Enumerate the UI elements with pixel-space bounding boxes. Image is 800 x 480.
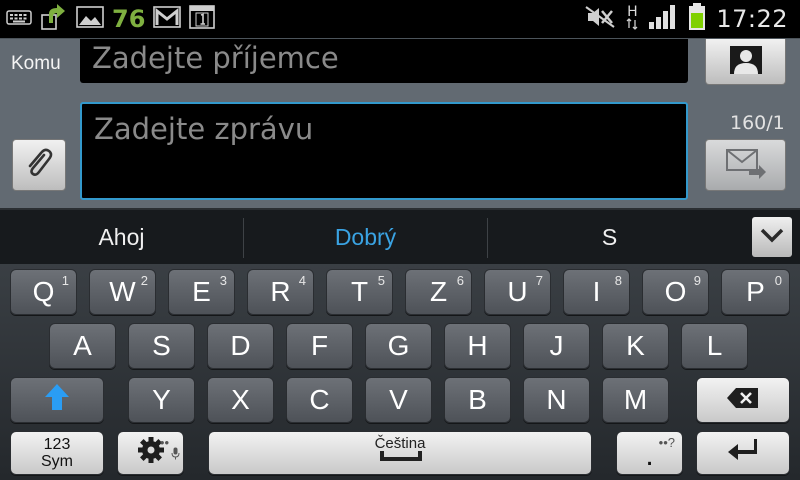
suggestion-bar: Ahoj Dobrý S bbox=[0, 208, 800, 264]
suggestion-item[interactable]: S bbox=[488, 210, 731, 264]
key-t[interactable]: T5 bbox=[326, 269, 393, 315]
settings-key[interactable]: •• bbox=[117, 431, 184, 475]
send-message-icon bbox=[725, 147, 767, 183]
enter-key[interactable] bbox=[696, 431, 790, 475]
key-m[interactable]: M bbox=[602, 377, 669, 423]
character-counter: 160/1 bbox=[730, 112, 785, 134]
key-g[interactable]: G bbox=[365, 323, 432, 369]
backspace-icon bbox=[726, 384, 760, 416]
enter-icon bbox=[726, 437, 760, 470]
key-s[interactable]: S bbox=[128, 323, 195, 369]
key-b[interactable]: B bbox=[444, 377, 511, 423]
status-bar-notifications: 76 bbox=[6, 3, 216, 35]
compose-panel: Komu Zadejte příjemce 160/1 Zadejte zprá… bbox=[0, 38, 800, 208]
contact-icon bbox=[728, 44, 764, 80]
data-transfer-icon bbox=[626, 18, 638, 30]
key-l[interactable]: L bbox=[681, 323, 748, 369]
shift-arrow-icon bbox=[43, 382, 71, 419]
space-key[interactable]: Čeština bbox=[208, 431, 592, 475]
status-bar-system: H 17:22 bbox=[584, 3, 788, 35]
key-y[interactable]: Y bbox=[128, 377, 195, 423]
chevron-down-icon bbox=[759, 226, 785, 248]
suggestion-item[interactable]: Ahoj bbox=[0, 210, 243, 264]
gmail-icon bbox=[153, 6, 182, 32]
status-bar: 76 H 17:22 bbox=[0, 0, 800, 38]
key-a[interactable]: A bbox=[49, 323, 116, 369]
key-v[interactable]: V bbox=[365, 377, 432, 423]
shift-key[interactable] bbox=[10, 377, 104, 423]
mute-icon bbox=[584, 5, 616, 33]
clock: 17:22 bbox=[716, 5, 788, 33]
key-z[interactable]: Z6 bbox=[405, 269, 472, 315]
message-input[interactable]: Zadejte zprávu bbox=[80, 102, 688, 200]
keyboard: Q1 W2 E3 R4 T5 Z6 U7 I8 O9 P0 A S D F G … bbox=[0, 264, 800, 480]
paperclip-icon bbox=[24, 146, 54, 184]
gallery-icon bbox=[76, 5, 104, 33]
network-type: H bbox=[626, 5, 638, 32]
backspace-key[interactable] bbox=[696, 377, 790, 423]
signal-strength-icon bbox=[648, 4, 678, 34]
key-p[interactable]: P0 bbox=[721, 269, 790, 315]
key-x[interactable]: X bbox=[207, 377, 274, 423]
calendar-icon bbox=[189, 5, 216, 33]
key-d[interactable]: D bbox=[207, 323, 274, 369]
attach-button[interactable] bbox=[12, 139, 66, 191]
battery-icon bbox=[688, 3, 706, 35]
key-c[interactable]: C bbox=[286, 377, 353, 423]
notification-count: 76 bbox=[112, 5, 146, 33]
to-label: Komu bbox=[11, 53, 61, 74]
settings-key-hint: •• bbox=[159, 435, 169, 450]
collapse-suggestions-button[interactable] bbox=[752, 217, 792, 257]
key-w[interactable]: W2 bbox=[89, 269, 156, 315]
key-o[interactable]: O9 bbox=[642, 269, 709, 315]
key-f[interactable]: F bbox=[286, 323, 353, 369]
key-h[interactable]: H bbox=[444, 323, 511, 369]
recipient-input[interactable]: Zadejte příjemce bbox=[80, 39, 688, 83]
key-r[interactable]: R4 bbox=[247, 269, 314, 315]
key-i[interactable]: I8 bbox=[563, 269, 630, 315]
send-button[interactable] bbox=[705, 139, 786, 191]
key-k[interactable]: K bbox=[602, 323, 669, 369]
key-n[interactable]: N bbox=[523, 377, 590, 423]
microphone-icon bbox=[171, 435, 180, 467]
keyboard-icon bbox=[6, 8, 32, 30]
download-icon bbox=[40, 3, 68, 35]
symbols-key[interactable]: 123 Sym bbox=[10, 431, 104, 475]
period-key[interactable]: . ••? bbox=[616, 431, 683, 475]
key-u[interactable]: U7 bbox=[484, 269, 551, 315]
suggestion-item-selected[interactable]: Dobrý bbox=[244, 210, 487, 264]
space-bar-icon bbox=[379, 437, 423, 469]
key-q[interactable]: Q1 bbox=[10, 269, 77, 315]
contacts-button[interactable] bbox=[705, 39, 786, 85]
key-j[interactable]: J bbox=[523, 323, 590, 369]
key-e[interactable]: E3 bbox=[168, 269, 235, 315]
